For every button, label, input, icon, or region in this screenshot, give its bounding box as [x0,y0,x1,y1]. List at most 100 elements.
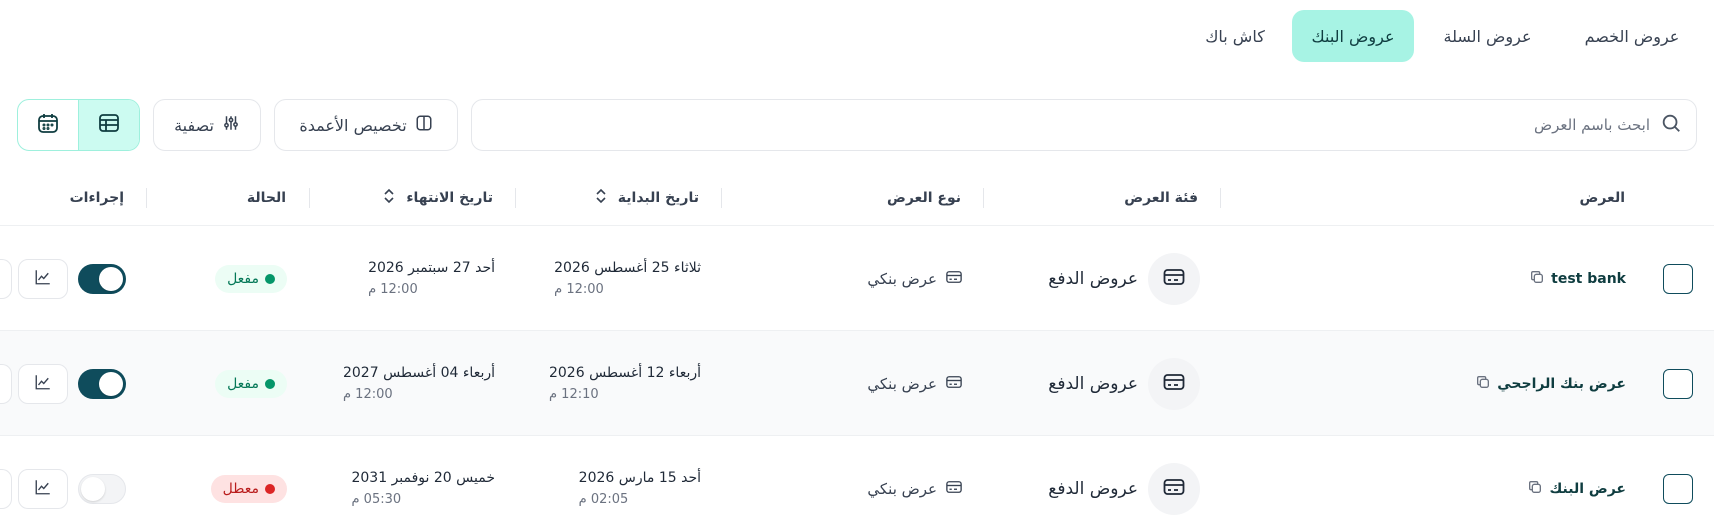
header-type-label: نوع العرض [887,190,961,206]
header-actions: إجراءات [70,170,124,226]
columns-icon [415,114,433,136]
customize-columns-label: تخصيص الأعمدة [299,115,407,135]
calendar-view-button[interactable] [18,100,78,150]
customize-columns-button[interactable]: تخصيص الأعمدة [274,99,458,151]
category-icon-circle [1148,252,1200,305]
header-actions-label: إجراءات [69,190,124,206]
start-date: أربعاء 12 أغسطس 2026 [548,365,701,381]
offer-type: عرض بنكي [867,269,937,288]
header-status: الحالة [247,170,286,226]
stats-button[interactable] [18,363,68,404]
copy-icon[interactable] [1475,374,1491,394]
more-actions-button[interactable] [0,468,12,509]
end-time: 12:00 م [368,282,418,297]
offer-name: test bank [1551,270,1626,287]
enable-toggle[interactable] [78,473,126,504]
header-end-date-label: تاريخ الانتهاء [406,190,493,206]
chart-line-icon [34,373,52,395]
header-offer: العرض [1580,170,1626,226]
offer-name: عرض بنك الراجحي [1497,375,1626,392]
filter-button[interactable]: تصفية [153,99,261,151]
tab-label: عروض البنك [1311,26,1395,46]
tab-label: عروض الخصم [1584,26,1680,46]
table-icon [97,111,121,139]
filter-label: تصفية [174,115,214,135]
category-icon-circle [1148,357,1200,410]
table-row: test bank عروض الدفع عرض بنكي ثلاثاء 25 … [0,226,1714,331]
start-time: 02:05 م [578,492,629,507]
enable-toggle[interactable] [78,368,126,399]
stats-button[interactable] [18,258,68,299]
offer-category: عروض الدفع [1048,373,1138,394]
end-time: 05:30 م [351,492,402,507]
status-label: مفعل [227,270,259,287]
end-date: أربعاء 04 أغسطس 2027 [342,365,495,381]
header-start-date-label: تاريخ البداية [617,190,699,206]
status-badge: مفعل [215,264,287,293]
category-icon-circle [1148,462,1200,515]
more-actions-button[interactable] [0,363,12,404]
offer-name: عرض البنك [1549,480,1626,497]
tab-discount-offers[interactable]: عروض الخصم [1562,10,1702,62]
offer-type: عرض بنكي [867,479,937,498]
status-badge: معطل [210,474,287,503]
header-end-date[interactable]: تاريخ الانتهاء [382,170,493,226]
card-icon [945,268,963,290]
table-row: عرض البنك عروض الدفع عرض بنكي أحد 15 مار… [0,436,1714,529]
header-offer-label: العرض [1579,190,1626,206]
view-mode-toggle [17,99,140,151]
enable-toggle[interactable] [78,263,126,294]
header-category-label: فئة العرض [1124,190,1198,206]
status-dot [265,483,275,494]
search-icon [1660,112,1682,138]
more-actions-button[interactable] [0,258,12,299]
stats-button[interactable] [18,468,68,509]
start-date: ثلاثاء 25 أغسطس 2026 [554,260,701,276]
status-dot [265,273,275,284]
row-checkbox[interactable] [1663,263,1693,294]
start-time: 12:10 م [548,387,599,402]
status-label: مفعل [227,375,259,392]
table-row: عرض بنك الراجحي عروض الدفع عرض بنكي أربع… [0,331,1714,436]
sliders-icon [222,114,240,136]
offer-type: عرض بنكي [867,374,937,393]
credit-card-icon [1162,370,1186,398]
row-checkbox[interactable] [1663,368,1693,399]
card-icon [945,478,963,500]
offer-category: عروض الدفع [1048,478,1138,499]
sort-icon[interactable] [594,187,608,209]
search-input[interactable]: ابحث باسم العرض [471,99,1697,151]
table-view-button[interactable] [78,100,139,150]
status-label: معطل [222,480,259,497]
card-icon [945,373,963,395]
end-date: خميس 20 نوفمبر 2031 [351,470,495,486]
header-status-label: الحالة [246,190,286,206]
credit-card-icon [1162,475,1186,503]
end-time: 12:00 م [342,387,393,402]
offer-name-link[interactable]: عرض البنك [1527,479,1626,499]
status-badge: مفعل [215,369,287,398]
header-type: نوع العرض [887,170,961,226]
tab-cashback[interactable]: كاش باك [1190,10,1280,62]
tab-cart-offers[interactable]: عروض السلة [1425,10,1550,62]
chart-line-icon [34,268,52,290]
start-time: 12:00 م [554,282,604,297]
tab-label: كاش باك [1205,26,1265,46]
sort-icon[interactable] [382,187,396,209]
table-header: العرض فئة العرض نوع العرض تاريخ البداية … [0,170,1714,226]
copy-icon[interactable] [1527,479,1543,499]
status-dot [265,378,275,389]
offer-category: عروض الدفع [1048,268,1138,289]
header-start-date[interactable]: تاريخ البداية [594,170,699,226]
end-date: أحد 27 سبتمبر 2026 [368,260,495,276]
calendar-icon [36,111,60,139]
offer-name-link[interactable]: test bank [1529,269,1626,289]
tab-label: عروض السلة [1443,26,1532,46]
copy-icon[interactable] [1529,269,1545,289]
offer-name-link[interactable]: عرض بنك الراجحي [1475,374,1626,394]
start-date: أحد 15 مارس 2026 [578,470,701,486]
credit-card-icon [1162,265,1186,293]
row-checkbox[interactable] [1663,473,1693,504]
tab-bank-offers[interactable]: عروض البنك [1292,10,1414,62]
chart-line-icon [34,478,52,500]
